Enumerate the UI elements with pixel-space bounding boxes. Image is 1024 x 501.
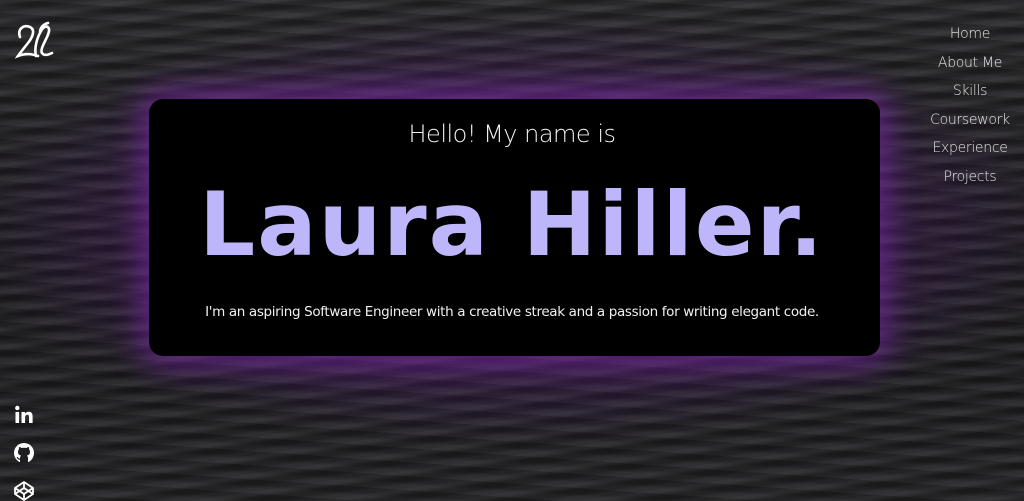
hero-name: Laura Hiller. xyxy=(199,173,825,276)
page-background: Home About Me Skills Coursework Experien… xyxy=(0,0,1024,501)
main-nav: Home About Me Skills Coursework Experien… xyxy=(928,20,1012,191)
codepen-icon[interactable] xyxy=(13,480,35,501)
social-links xyxy=(13,404,35,501)
site-logo-icon[interactable] xyxy=(14,20,56,62)
linkedin-icon[interactable] xyxy=(13,404,35,426)
hero-greeting: Hello! My name is xyxy=(408,120,616,148)
nav-skills[interactable]: Skills xyxy=(953,77,987,106)
nav-home[interactable]: Home xyxy=(950,20,990,49)
nav-about-me[interactable]: About Me xyxy=(938,49,1002,78)
github-icon[interactable] xyxy=(13,442,35,464)
hero-tagline: I'm an aspiring Software Engineer with a… xyxy=(205,304,819,320)
